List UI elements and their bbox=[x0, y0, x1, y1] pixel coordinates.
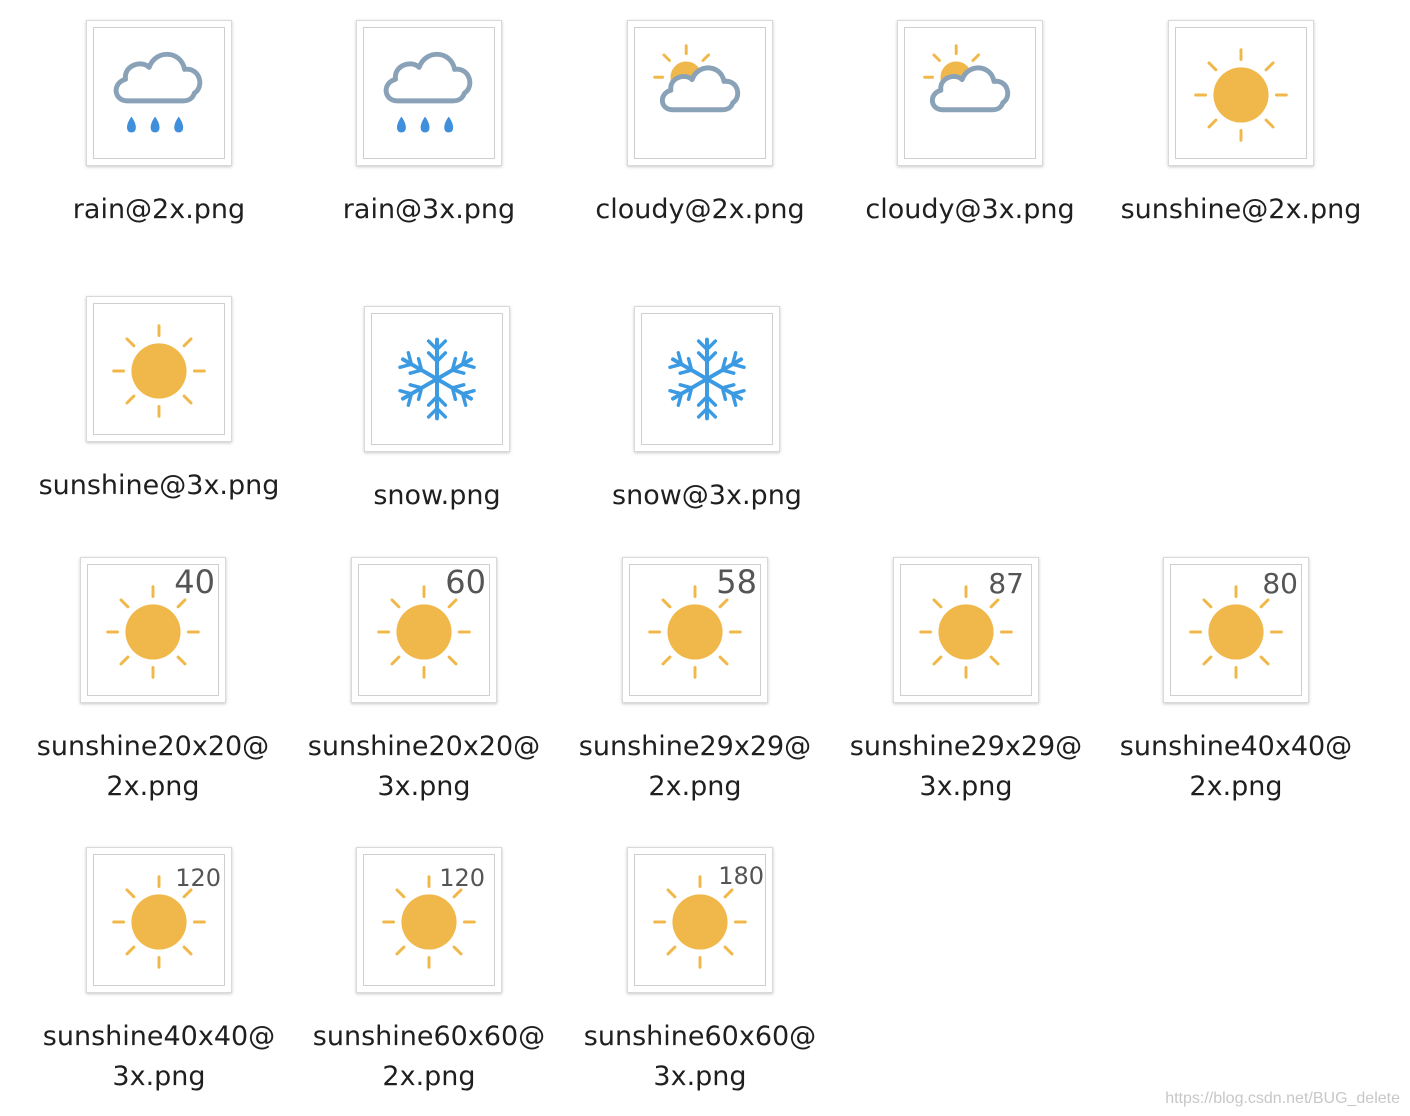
file-name-line: snow@3x.png bbox=[612, 480, 802, 511]
cloudy-icon bbox=[634, 27, 766, 159]
file-name-label[interactable]: sunshine20x20@ 3x.png bbox=[294, 727, 554, 807]
file-name-line: sunshine20x20@ bbox=[307, 731, 541, 762]
file-name-line: rain@3x.png bbox=[342, 194, 516, 225]
rain-icon bbox=[93, 27, 225, 159]
file-thumbnail[interactable]: 58 bbox=[622, 557, 768, 703]
file-name-line: cloudy@3x.png bbox=[865, 194, 1075, 225]
file-name-line: sunshine20x20@ bbox=[36, 731, 270, 762]
file-thumbnail[interactable]: 60 bbox=[351, 557, 497, 703]
file-name-line: sunshine29x29@ bbox=[578, 731, 812, 762]
file-name-line: sunshine@3x.png bbox=[38, 470, 280, 501]
file-name-label[interactable]: sunshine@3x.png bbox=[29, 466, 289, 506]
file-name-line: sunshine60x60@ bbox=[583, 1021, 817, 1052]
icon-size-number: 40 bbox=[174, 563, 215, 601]
icon-size-number: 120 bbox=[175, 864, 221, 892]
sun-icon bbox=[93, 303, 225, 435]
file-thumbnail[interactable] bbox=[1168, 20, 1314, 166]
file-thumbnail[interactable]: 80 bbox=[1163, 557, 1309, 703]
file-name-label[interactable]: snow@3x.png bbox=[577, 476, 837, 516]
file-name-label[interactable]: cloudy@2x.png bbox=[570, 190, 830, 230]
file-name-line: sunshine29x29@ bbox=[849, 731, 1083, 762]
file-thumbnail[interactable]: 40 bbox=[80, 557, 226, 703]
file-name-line: sunshine@2x.png bbox=[1120, 194, 1362, 225]
snowflake-icon bbox=[371, 313, 503, 445]
file-name-label[interactable]: cloudy@3x.png bbox=[840, 190, 1100, 230]
file-name-label[interactable]: sunshine29x29@ 2x.png bbox=[565, 727, 825, 807]
cloudy-icon bbox=[904, 27, 1036, 159]
icon-size-number: 58 bbox=[716, 563, 757, 601]
file-name-line: sunshine40x40@ bbox=[42, 1021, 276, 1052]
sun-icon bbox=[1175, 27, 1307, 159]
file-thumbnail[interactable]: 87 bbox=[893, 557, 1039, 703]
file-name-label[interactable]: sunshine@2x.png bbox=[1111, 190, 1371, 230]
file-thumbnail[interactable] bbox=[86, 20, 232, 166]
icon-size-number: 80 bbox=[1262, 567, 1298, 600]
file-thumbnail[interactable]: 120 bbox=[86, 847, 232, 993]
file-name-line: 2x.png bbox=[648, 771, 742, 802]
file-name-line: 3x.png bbox=[112, 1061, 206, 1092]
file-name-label[interactable]: sunshine40x40@ 3x.png bbox=[29, 1017, 289, 1097]
watermark: https://blog.csdn.net/BUG_delete bbox=[1165, 1090, 1400, 1107]
file-name-line: 3x.png bbox=[377, 771, 471, 802]
icon-size-number: 120 bbox=[439, 864, 485, 892]
file-thumbnail[interactable] bbox=[364, 306, 510, 452]
rain-icon bbox=[363, 27, 495, 159]
file-name-line: cloudy@2x.png bbox=[595, 194, 805, 225]
file-name-label[interactable]: rain@2x.png bbox=[29, 190, 289, 230]
file-thumbnail[interactable] bbox=[897, 20, 1043, 166]
file-name-line: sunshine60x60@ bbox=[312, 1021, 546, 1052]
file-name-line: sunshine40x40@ bbox=[1119, 731, 1353, 762]
file-name-label[interactable]: snow.png bbox=[307, 476, 567, 516]
icon-size-number: 180 bbox=[718, 862, 764, 890]
file-name-label[interactable]: sunshine60x60@ 3x.png bbox=[570, 1017, 830, 1097]
icon-size-number: 60 bbox=[445, 563, 486, 601]
file-name-line: 2x.png bbox=[1189, 771, 1283, 802]
file-name-label[interactable]: sunshine40x40@ 2x.png bbox=[1106, 727, 1366, 807]
file-name-line: 3x.png bbox=[919, 771, 1013, 802]
file-name-line: snow.png bbox=[373, 480, 501, 511]
file-name-label[interactable]: sunshine29x29@ 3x.png bbox=[836, 727, 1096, 807]
file-thumbnail[interactable] bbox=[634, 306, 780, 452]
file-thumbnail[interactable]: 180 bbox=[627, 847, 773, 993]
snowflake-icon bbox=[641, 313, 773, 445]
file-name-line: 2x.png bbox=[106, 771, 200, 802]
file-name-label[interactable]: sunshine60x60@ 2x.png bbox=[299, 1017, 559, 1097]
file-name-label[interactable]: rain@3x.png bbox=[299, 190, 559, 230]
file-name-label[interactable]: sunshine20x20@ 2x.png bbox=[23, 727, 283, 807]
file-thumbnail[interactable] bbox=[356, 20, 502, 166]
file-name-line: 3x.png bbox=[653, 1061, 747, 1092]
icon-size-number: 87 bbox=[988, 567, 1024, 600]
file-name-line: rain@2x.png bbox=[72, 194, 246, 225]
file-thumbnail[interactable]: 120 bbox=[356, 847, 502, 993]
file-thumbnail[interactable] bbox=[627, 20, 773, 166]
file-name-line: 2x.png bbox=[382, 1061, 476, 1092]
file-thumbnail[interactable] bbox=[86, 296, 232, 442]
